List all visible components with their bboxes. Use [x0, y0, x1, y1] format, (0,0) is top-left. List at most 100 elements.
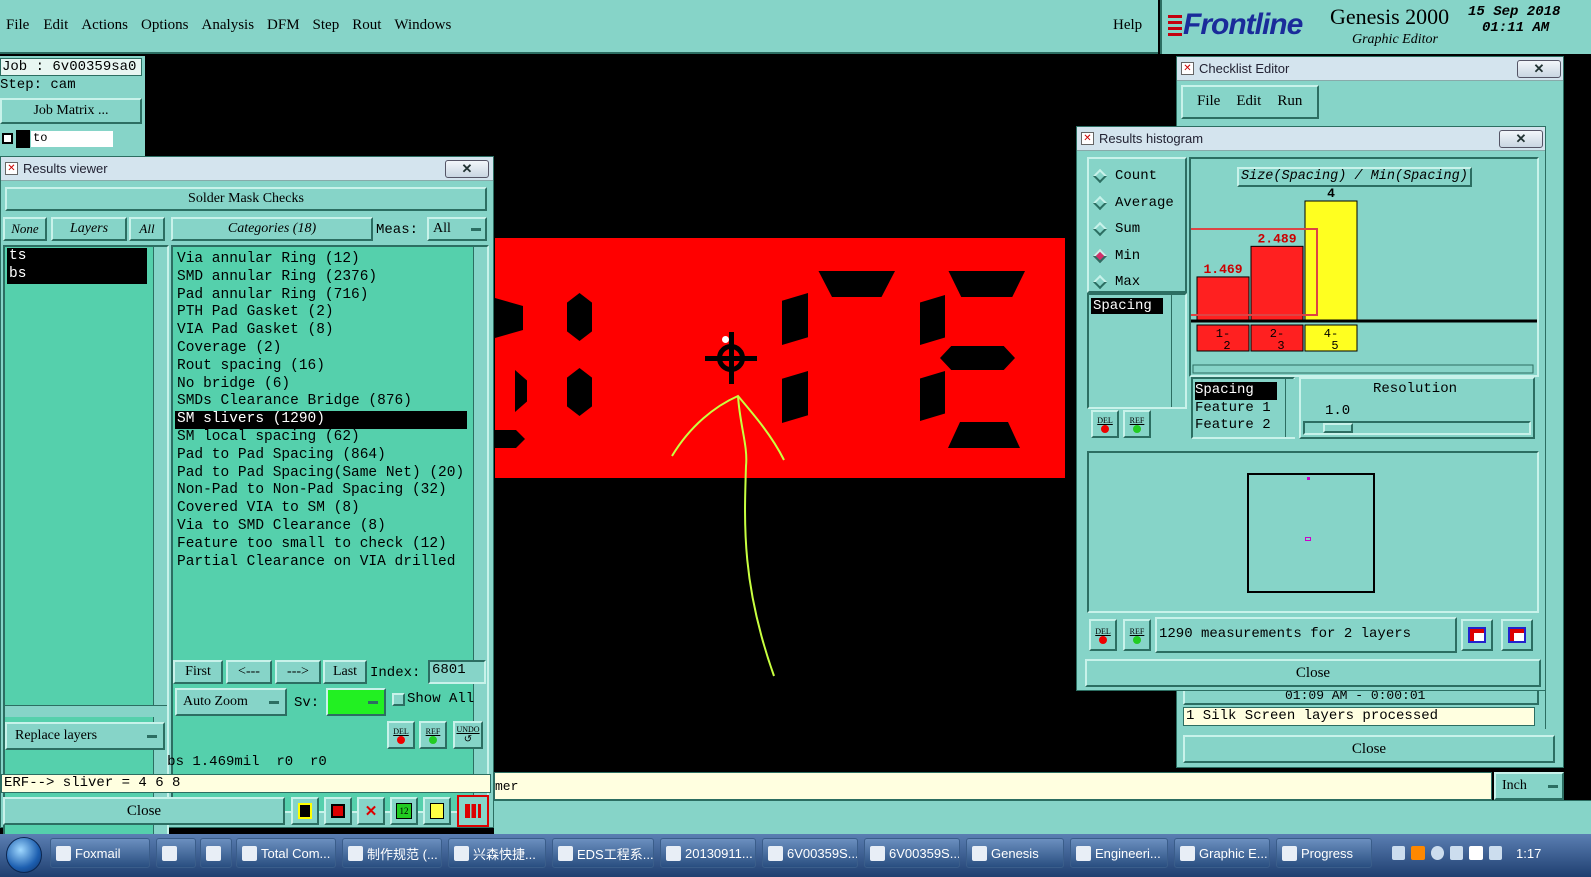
attr-item[interactable]: Feature 2: [1195, 417, 1277, 435]
category-item[interactable]: Rout spacing (16): [175, 358, 467, 376]
all-layers-button[interactable]: All: [129, 217, 165, 241]
report-tool-icon[interactable]: [423, 797, 451, 825]
category-item[interactable]: SMD annular Ring (2376): [175, 269, 467, 287]
category-item[interactable]: Non-Pad to Non-Pad Spacing (32): [175, 482, 467, 500]
category-item[interactable]: SMDs Clearance Bridge (876): [175, 393, 467, 411]
menu-step[interactable]: Step: [313, 17, 340, 34]
taskbar-item[interactable]: Genesis: [966, 838, 1064, 868]
attr-item[interactable]: Spacing: [1195, 382, 1277, 400]
highlight-tool-icon[interactable]: [324, 797, 352, 825]
taskbar-item[interactable]: [156, 838, 196, 868]
attribute-list-scrollbar[interactable]: [1171, 295, 1185, 407]
spacing-item[interactable]: Spacing: [1091, 298, 1163, 314]
results-viewer-titlebar[interactable]: ✕ Results viewer: [1, 157, 493, 181]
attr-item[interactable]: Feature 1: [1195, 400, 1277, 418]
taskbar-item[interactable]: Foxmail: [50, 838, 150, 868]
auto-zoom-dropdown[interactable]: Auto Zoom: [175, 688, 287, 716]
layer-list-hscrollbar[interactable]: [5, 705, 167, 717]
close-button[interactable]: Close: [3, 797, 285, 825]
help-menu[interactable]: Help: [1113, 17, 1142, 34]
mode-radio-max[interactable]: Max: [1089, 269, 1185, 296]
undo-icon[interactable]: UNDO ↺: [453, 721, 483, 749]
category-item[interactable]: Pad annular Ring (716): [175, 287, 467, 305]
taskbar-item[interactable]: 兴森快捷...: [448, 838, 546, 868]
category-item[interactable]: Feature too small to check (12): [175, 536, 467, 554]
last-button[interactable]: Last: [323, 660, 367, 684]
category-item[interactable]: PTH Pad Gasket (2): [175, 304, 467, 322]
category-item[interactable]: Partial Clearance on VIA drilled: [175, 554, 467, 572]
categories-button[interactable]: Categories (18): [171, 217, 373, 241]
histogram-close-button[interactable]: Close: [1085, 659, 1541, 687]
category-item[interactable]: SM slivers (1290): [175, 411, 467, 429]
histogram-tool-icon[interactable]: [457, 795, 489, 827]
category-item[interactable]: VIA Pad Gasket (8): [175, 322, 467, 340]
first-button[interactable]: First: [173, 660, 223, 684]
taskbar-item[interactable]: 6V00359S...: [864, 838, 960, 868]
taskbar-item[interactable]: [200, 838, 232, 868]
menu-edit[interactable]: Edit: [43, 17, 68, 34]
preview-del-icon[interactable]: DEL: [1089, 619, 1117, 651]
close-icon[interactable]: ✕: [1517, 60, 1561, 78]
checklist-editor-titlebar[interactable]: ✕ Checklist Editor: [1177, 57, 1563, 81]
taskbar-item[interactable]: 制作规范 (...: [342, 838, 442, 868]
feature-attr-scrollbar[interactable]: [1285, 379, 1299, 437]
mode-radio-min[interactable]: Min: [1089, 243, 1185, 270]
taskbar-item[interactable]: 6V00359S...: [762, 838, 858, 868]
menu-actions[interactable]: Actions: [81, 17, 128, 34]
category-item[interactable]: Via to SMD Clearance (8): [175, 518, 467, 536]
close-icon[interactable]: ✕: [1499, 130, 1543, 148]
prev-button[interactable]: <---: [226, 660, 272, 684]
taskbar-item[interactable]: Progress: [1276, 838, 1372, 868]
results-histogram-titlebar[interactable]: ✕ Results histogram: [1077, 127, 1545, 151]
meas-dropdown[interactable]: All: [427, 217, 487, 241]
menu-dfm[interactable]: DFM: [267, 17, 300, 34]
erase-tool-icon[interactable]: ✕: [357, 797, 385, 825]
layer-tool-icon[interactable]: [291, 797, 319, 825]
mode-radio-count[interactable]: Count: [1089, 163, 1185, 190]
category-item[interactable]: Coverage (2): [175, 340, 467, 358]
clock[interactable]: 1:17: [1516, 846, 1541, 861]
layer-item[interactable]: ts: [7, 248, 147, 266]
ref-icon[interactable]: REF: [419, 721, 447, 749]
resolution-slider-thumb[interactable]: [1323, 423, 1353, 433]
checklist-menu-run[interactable]: Run: [1277, 93, 1302, 110]
checklist-log-scrollbar[interactable]: [1545, 687, 1559, 729]
taskbar-item[interactable]: Engineeri...: [1070, 838, 1168, 868]
layer-checkbox[interactable]: [2, 133, 13, 144]
menu-options[interactable]: Options: [141, 17, 189, 34]
category-item[interactable]: Pad to Pad Spacing(Same Net) (20): [175, 465, 467, 483]
category-item[interactable]: SM local spacing (62): [175, 429, 467, 447]
units-dropdown[interactable]: Inch: [1494, 772, 1564, 800]
taskbar-item[interactable]: 20130911...: [660, 838, 756, 868]
category-item[interactable]: Pad to Pad Spacing (864): [175, 447, 467, 465]
category-item[interactable]: Via annular Ring (12): [175, 251, 467, 269]
menu-rout[interactable]: Rout: [352, 17, 381, 34]
histogram-del-icon[interactable]: DEL: [1091, 410, 1119, 438]
index-field[interactable]: 6801: [428, 660, 486, 684]
mode-radio-sum[interactable]: Sum: [1089, 216, 1185, 243]
del-icon[interactable]: DEL: [387, 721, 415, 749]
mode-radio-average[interactable]: Average: [1089, 190, 1185, 217]
show-all-checkbox[interactable]: [392, 693, 405, 706]
layer-item[interactable]: bs: [7, 265, 147, 284]
checklist-menu-edit[interactable]: Edit: [1236, 93, 1261, 110]
histogram-ref-icon[interactable]: REF: [1123, 410, 1151, 438]
zoom-in-icon[interactable]: [1461, 619, 1493, 651]
menu-file[interactable]: File: [6, 17, 29, 34]
category-item[interactable]: No bridge (6): [175, 376, 467, 394]
command-line[interactable]: mer: [494, 772, 1492, 800]
job-matrix-button[interactable]: Job Matrix ...: [0, 98, 142, 124]
preview-ref-icon[interactable]: REF: [1123, 619, 1151, 651]
feature-attr-list[interactable]: Spacing Feature 1 Feature 2: [1191, 377, 1295, 439]
checklist-menu-file[interactable]: File: [1197, 93, 1220, 110]
menu-analysis[interactable]: Analysis: [202, 17, 255, 34]
taskbar-item[interactable]: Total Com...: [236, 838, 336, 868]
step-tool-icon[interactable]: 12: [390, 797, 418, 825]
taskbar-item[interactable]: EDS工程系...: [552, 838, 654, 868]
zoom-out-icon[interactable]: [1501, 619, 1533, 651]
none-button[interactable]: None: [3, 217, 47, 241]
close-icon[interactable]: ✕: [445, 160, 489, 178]
replace-layers-dropdown[interactable]: Replace layers: [5, 722, 165, 750]
layers-button[interactable]: Layers: [51, 217, 127, 241]
checklist-close-button[interactable]: Close: [1183, 735, 1555, 763]
